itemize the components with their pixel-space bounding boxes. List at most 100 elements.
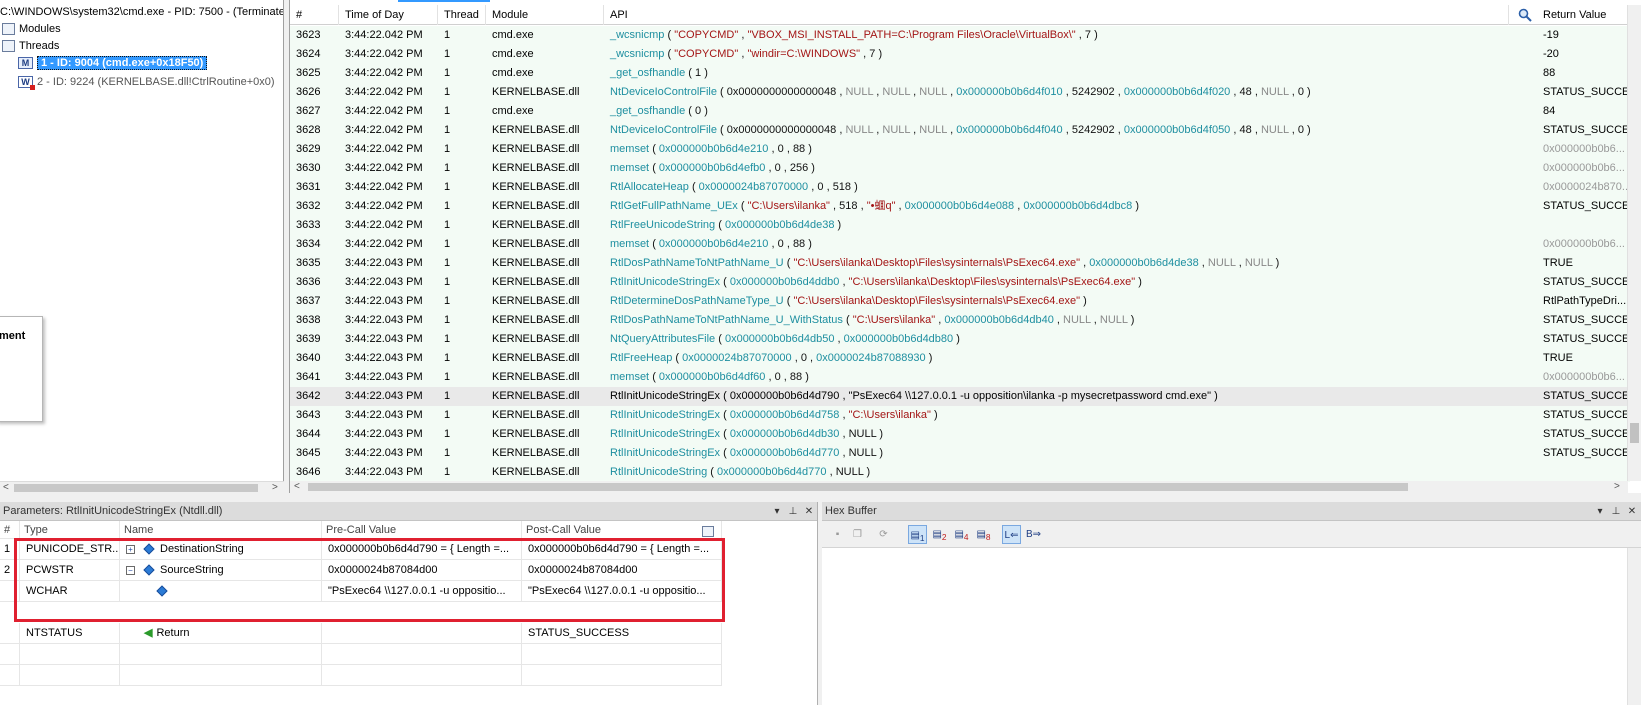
refresh-icon[interactable]: ⟳ <box>874 525 893 544</box>
scroll-thumb[interactable] <box>14 484 258 492</box>
tree-item-threads[interactable]: Threads <box>2 38 59 55</box>
hex-vertical-scrollbar[interactable] <box>1627 548 1641 705</box>
api-argument: 518 <box>832 181 852 193</box>
search-icon[interactable] <box>1518 8 1532 22</box>
api-argument: 0x000000b0b6d4db80 <box>843 333 954 345</box>
scroll-right-icon[interactable]: > <box>272 482 278 493</box>
tree-item-thread-2[interactable]: W2 - ID: 9224 (KERNELBASE.dll!CtrlRoutin… <box>18 74 275 91</box>
table-row[interactable]: 3642 3:44:22.043 PM 1 KERNELBASE.dll RtlInit… <box>290 387 1630 406</box>
column-header-time[interactable]: Time of Day <box>339 5 438 25</box>
column-header-thread[interactable]: Thread <box>438 5 486 25</box>
table-row[interactable]: 3638 3:44:22.043 PM 1 KERNELBASE.dll RtlDosP… <box>290 311 1630 330</box>
table-row[interactable]: 3627 3:44:22.042 PM 1 cmd.exe _get_osfhandle… <box>290 102 1630 121</box>
param-header-pre-call[interactable]: Pre-Call Value <box>322 521 522 539</box>
api-argument: 0x000000b0b6d4e088 <box>904 200 1015 212</box>
api-argument: "windir=C:\WINDOWS" <box>747 48 861 60</box>
close-icon[interactable]: ✕ <box>1625 502 1639 521</box>
scroll-thumb[interactable] <box>1630 423 1639 443</box>
table-row[interactable]: 3645 3:44:22.043 PM 1 KERNELBASE.dll RtlInit… <box>290 444 1630 463</box>
close-icon[interactable]: ✕ <box>802 502 816 521</box>
api-argument: , <box>810 352 814 364</box>
column-header-api[interactable]: API <box>604 5 1509 25</box>
table-row[interactable]: 3637 3:44:22.043 PM 1 KERNELBASE.dll RtlDete… <box>290 292 1630 311</box>
tree-item-modules[interactable]: Modules <box>2 21 61 38</box>
table-row[interactable]: 3625 3:44:22.042 PM 1 cmd.exe _get_osfhandle… <box>290 64 1630 83</box>
table-row[interactable]: 3643 3:44:22.043 PM 1 KERNELBASE.dll RtlInit… <box>290 406 1630 425</box>
table-row[interactable]: 3639 3:44:22.043 PM 1 KERNELBASE.dll NtQuery… <box>290 330 1630 349</box>
tree-horizontal-scrollbar[interactable]: < > <box>0 481 284 493</box>
api-argument: 518 <box>839 200 858 212</box>
cell-api: RtlDosPathNameToNtPathName_U_WithStatus … <box>604 311 1474 330</box>
cell-time: 3:44:22.043 PM <box>345 390 423 402</box>
cell-thread: 1 <box>444 67 451 79</box>
scroll-left-icon[interactable]: < <box>294 481 300 492</box>
table-row[interactable]: 3629 3:44:22.042 PM 1 KERNELBASE.dll memset … <box>290 140 1630 159</box>
table-row[interactable]: 3630 3:44:22.042 PM 1 KERNELBASE.dll memset … <box>290 159 1630 178</box>
grid-horizontal-scrollbar[interactable]: < > <box>290 481 1628 493</box>
table-row[interactable]: 3624 3:44:22.042 PM 1 cmd.exe _wcsnicmp ( "C… <box>290 45 1630 64</box>
collapse-icon[interactable]: − <box>126 565 135 575</box>
group-1-byte-button[interactable]: ▤1 <box>908 525 927 544</box>
table-row[interactable]: 3633 3:44:22.042 PM 1 KERNELBASE.dll RtlFree… <box>290 216 1630 235</box>
param-name-label: DestinationString <box>160 543 244 555</box>
group-8-label: 8 <box>985 532 991 542</box>
group-2-byte-button[interactable]: ▤2 <box>930 525 949 544</box>
table-row[interactable]: 3636 3:44:22.043 PM 1 KERNELBASE.dll RtlInit… <box>290 273 1630 292</box>
table-row[interactable]: 3628 3:44:22.042 PM 1 KERNELBASE.dll NtDevic… <box>290 121 1630 140</box>
column-header-return-value[interactable]: Return Value <box>1537 5 1630 25</box>
cell-module: KERNELBASE.dll <box>492 428 580 440</box>
api-argument: 88 <box>792 238 806 250</box>
tree-item-thread-1[interactable]: M 1 - ID: 9004 (cmd.exe+0x18F50) <box>18 55 208 72</box>
cell-module: cmd.exe <box>492 29 534 41</box>
param-header-type[interactable]: Type <box>20 521 120 539</box>
cell-return-value: 88 <box>1543 67 1556 79</box>
dropdown-icon[interactable]: ▾ <box>1593 502 1607 521</box>
param-header-name[interactable]: Name <box>120 521 322 539</box>
api-argument: NULL <box>1099 314 1128 326</box>
table-row[interactable]: 3641 3:44:22.043 PM 1 KERNELBASE.dll memset … <box>290 368 1630 387</box>
cell-number: 3633 <box>296 219 321 231</box>
column-header-number[interactable]: # <box>290 5 339 25</box>
api-argument: , <box>811 181 815 193</box>
table-row[interactable]: 3640 3:44:22.043 PM 1 KERNELBASE.dll RtlFree… <box>290 349 1630 368</box>
table-row[interactable]: 3632 3:44:22.042 PM 1 KERNELBASE.dll RtlGetF… <box>290 197 1630 216</box>
scroll-thumb[interactable] <box>308 483 1408 491</box>
group-8-byte-button[interactable]: ▤8 <box>974 525 993 544</box>
grid-vertical-scrollbar[interactable] <box>1627 5 1641 481</box>
return-row[interactable]: NTSTATUS ◀ Return STATUS_SUCCESS <box>0 623 722 644</box>
table-row[interactable]: 3626 3:44:22.042 PM 1 KERNELBASE.dll NtDevic… <box>290 83 1630 102</box>
api-argument: , <box>783 162 787 174</box>
table-row[interactable]: 3646 3:44:22.043 PM 1 KERNELBASE.dll RtlInit… <box>290 463 1630 482</box>
cell-api: RtlInitUnicodeStringEx ( 0x000000b0b6d4d… <box>604 387 1474 406</box>
copy-icon[interactable]: ❐ <box>848 525 867 544</box>
cell-module: cmd.exe <box>492 105 534 117</box>
cell-thread: 1 <box>444 295 451 307</box>
api-argument: 0x000000b0b6d4e210 <box>658 143 769 155</box>
parameter-row[interactable]: WCHAR "PsExec64 \\127.0.0.1 -u oppositio.… <box>0 581 722 602</box>
expand-icon[interactable]: + <box>126 544 135 554</box>
parameter-row[interactable]: 2 PCWSTR − SourceString 0x0000024b87084d00 0x… <box>0 560 722 581</box>
cell-return-value: TRUE <box>1543 257 1573 269</box>
scroll-left-icon[interactable]: < <box>3 482 9 493</box>
column-chooser-icon[interactable] <box>702 526 714 537</box>
dropdown-icon[interactable]: ▾ <box>770 502 784 521</box>
column-header-module[interactable]: Module <box>486 5 604 25</box>
cell-api: _wcsnicmp ( "COPYCMD" , "windir=C:\WINDO… <box>604 45 1474 64</box>
parameter-row[interactable]: 1 PUNICODE_STR... + DestinationString 0x0000… <box>0 539 722 560</box>
little-endian-button[interactable]: L⇐ <box>1002 525 1021 544</box>
pin-icon[interactable]: ⊥ <box>1609 502 1623 521</box>
table-row[interactable]: 3644 3:44:22.043 PM 1 KERNELBASE.dll RtlInit… <box>290 425 1630 444</box>
param-header-number[interactable]: # <box>0 521 20 539</box>
table-row[interactable]: 3635 3:44:22.043 PM 1 KERNELBASE.dll RtlDosP… <box>290 254 1630 273</box>
table-row[interactable]: 3631 3:44:22.042 PM 1 KERNELBASE.dll RtlAllo… <box>290 178 1630 197</box>
big-endian-button[interactable]: B⇒ <box>1024 525 1043 544</box>
pin-icon[interactable]: ⊥ <box>786 502 800 521</box>
api-argument: NULL <box>1260 124 1289 136</box>
scroll-right-icon[interactable]: > <box>1614 481 1620 492</box>
table-row[interactable]: 3634 3:44:22.042 PM 1 KERNELBASE.dll memset … <box>290 235 1630 254</box>
param-header-post-call[interactable]: Post-Call Value <box>522 521 722 539</box>
group-4-byte-button[interactable]: ▤4 <box>952 525 971 544</box>
table-row[interactable]: 3623 3:44:22.042 PM 1 cmd.exe _wcsnicmp ( "C… <box>290 26 1630 45</box>
save-icon[interactable]: ▪ <box>828 525 847 544</box>
cell-return-value: STATUS_SUCCESS <box>1543 333 1630 345</box>
